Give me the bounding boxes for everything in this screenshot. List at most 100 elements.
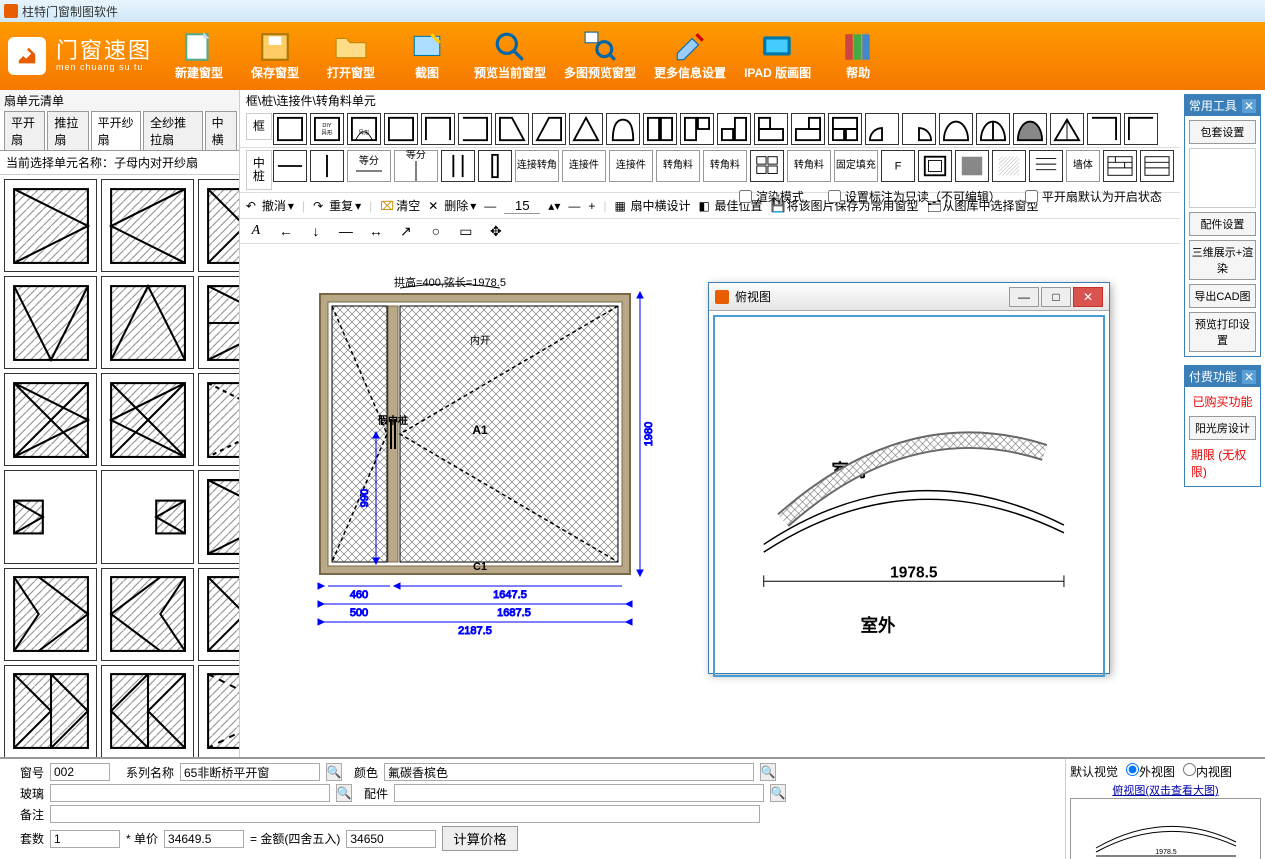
shape-cell[interactable] [198,568,239,661]
shape-cell[interactable] [4,470,97,563]
frame-shape[interactable]: DIY异形 [310,113,344,145]
readonly-check[interactable]: 设置标注为只读（不可编辑） [828,188,1001,205]
win-no-input[interactable] [50,763,110,781]
frame-shape[interactable] [569,113,603,145]
shape-cell[interactable] [4,373,97,466]
arrow-left-icon[interactable]: ← [278,223,294,239]
frame-shape[interactable] [273,113,307,145]
tab-tuila[interactable]: 推拉扇 [47,111,88,150]
shape-cell[interactable] [101,665,194,758]
frame-shape[interactable] [939,113,973,145]
anno-text[interactable]: A [248,223,264,239]
close-button[interactable]: ✕ [1073,287,1103,307]
tab-pingkaisha[interactable]: 平开纱扇 [91,111,141,150]
mid-corner-item[interactable]: 转角料 [703,150,747,182]
mid-wall2[interactable] [1140,150,1174,182]
screenshot-button[interactable]: 截图 [398,32,456,81]
view-in-radio[interactable]: 内视图 [1183,763,1232,780]
color-search[interactable]: 🔍 [760,763,776,781]
mid-shape[interactable] [992,150,1026,182]
sash-design-button[interactable]: ▦扇中横设计 [614,197,690,214]
frame-shape[interactable] [384,113,418,145]
shape-cell[interactable] [4,665,97,758]
print-preview-button[interactable]: 预览打印设置 [1189,312,1256,352]
mid-shape[interactable] [273,150,307,182]
parts-settings-button[interactable]: 配件设置 [1189,212,1256,236]
export-cad-button[interactable]: 导出CAD图 [1189,284,1256,308]
frame-shape[interactable] [421,113,455,145]
frame-shape[interactable] [754,113,788,145]
frame-shape[interactable] [791,113,825,145]
frame-shape[interactable] [643,113,677,145]
mid-conn-item[interactable]: 连接件 [562,150,606,182]
ipad-button[interactable]: IPAD 版画图 [744,32,811,81]
tools-close[interactable]: ✕ [1242,99,1256,113]
open-window-button[interactable]: 打开窗型 [322,32,380,81]
frame-shape[interactable] [495,113,529,145]
move-icon[interactable]: ✥ [488,223,504,239]
total-input[interactable] [346,830,436,848]
frame-shape[interactable] [1013,113,1047,145]
mini-preview[interactable]: 1978.5 [1070,798,1261,859]
frame-shape[interactable] [976,113,1010,145]
mid-shape[interactable] [918,150,952,182]
shape-cell[interactable] [198,470,239,563]
qty-input[interactable] [50,830,120,848]
mid-corner[interactable]: 转角料 [656,150,700,182]
frame-shape[interactable] [680,113,714,145]
parts-input[interactable] [394,784,764,802]
calc-price-button[interactable]: 计算价格 [442,826,517,851]
glass-search[interactable]: 🔍 [336,784,352,802]
overview-titlebar[interactable]: 俯视图 — □ ✕ [709,283,1109,311]
render-mode-check[interactable]: 渲染模式 [739,188,804,205]
shape-cell[interactable] [101,179,194,272]
frame-shape[interactable] [902,113,936,145]
redo-button[interactable]: ↷重复 ▾ [313,197,361,214]
preview-multi-button[interactable]: 多图预览窗型 [564,32,636,81]
mid-fixed[interactable]: 固定填充 [834,150,878,182]
3d-render-button[interactable]: 三维展示+渲染 [1189,240,1256,280]
arrow-diag-icon[interactable]: ↗ [398,223,414,239]
frame-shape[interactable] [606,113,640,145]
shape-cell[interactable] [101,373,194,466]
minimize-button[interactable]: — [1009,287,1039,307]
shape-cell[interactable] [101,276,194,369]
mid-shape[interactable]: F [881,150,915,182]
help-button[interactable]: 帮助 [829,32,887,81]
arrow-down-icon[interactable]: ↓ [308,223,324,239]
mid-shape[interactable] [1029,150,1063,182]
frame-shape[interactable] [865,113,899,145]
shape-cell[interactable] [4,568,97,661]
mid-shape[interactable] [310,150,344,182]
frame-shape[interactable] [1124,113,1158,145]
series-input[interactable] [180,763,320,781]
mid-shape[interactable] [750,150,784,182]
shape-cell[interactable] [101,470,194,563]
shape-cell[interactable] [4,276,97,369]
shape-cell[interactable] [198,179,239,272]
shape-cell[interactable] [101,568,194,661]
paid-close[interactable]: ✕ [1242,370,1256,384]
view-out-radio[interactable]: 外视图 [1126,763,1175,780]
mid-shape-equal[interactable]: 等分 [347,150,391,182]
more-settings-button[interactable]: 更多信息设置 [654,32,726,81]
frame-shape[interactable] [532,113,566,145]
unit-input[interactable] [164,830,244,848]
save-window-button[interactable]: 保存窗型 [246,32,304,81]
glass-input[interactable] [50,784,330,802]
spin-input[interactable] [504,198,540,214]
circle-icon[interactable]: ○ [428,223,444,239]
frame-shape[interactable] [458,113,492,145]
remark-input[interactable] [50,805,760,823]
frame-shape[interactable] [1050,113,1084,145]
delete-button[interactable]: ✕删除 ▾ [428,197,476,214]
clear-button[interactable]: ⌧清空 [380,197,420,214]
frame-shape[interactable] [1087,113,1121,145]
shape-cell[interactable] [198,276,239,369]
line-icon[interactable]: ― [338,223,354,239]
undo-button[interactable]: ↶撤消 ▾ [246,197,294,214]
shape-cell[interactable] [4,179,97,272]
preview-label[interactable]: 俯视图(双击查看大图) [1070,782,1261,798]
open-state-check[interactable]: 平开扇默认为开启状态 [1025,188,1162,205]
mid-wall[interactable] [1103,150,1137,182]
